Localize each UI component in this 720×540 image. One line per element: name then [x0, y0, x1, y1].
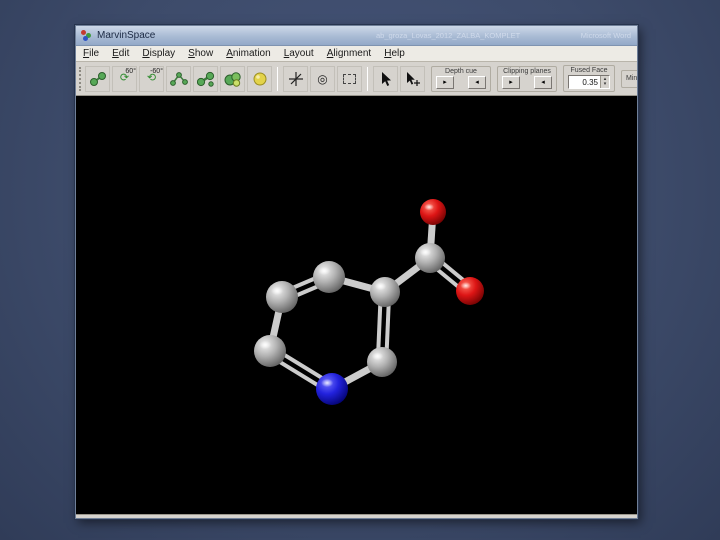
clipping-planes-label: Clipping planes: [503, 67, 551, 75]
axes-icon: [288, 71, 303, 86]
depth-cue-increase-button[interactable]: ▸: [436, 75, 454, 89]
spacefill-mode-button[interactable]: [220, 65, 245, 92]
menu-animation[interactable]: Animation: [226, 48, 270, 59]
toolbar-drag-handle[interactable]: [79, 66, 81, 91]
clipping-plane-forward-button[interactable]: ▸: [502, 75, 520, 89]
wireframe-mode-icon: [169, 71, 188, 86]
selection-box-button[interactable]: [337, 65, 362, 92]
spacefill-mode-icon: [224, 71, 241, 87]
depth-cue-group: Depth cue ▸ ◂: [431, 65, 491, 92]
clipping-plane-back-button[interactable]: ◂: [534, 75, 552, 89]
menu-show[interactable]: Show: [188, 48, 213, 59]
status-bar: [76, 514, 637, 518]
depth-cue-label: Depth cue: [445, 67, 477, 75]
depth-cue-decrease-button[interactable]: ◂: [468, 75, 486, 89]
background-window-title: ab_groza_Lovas_2012_ZALBA_KOMPLET: [376, 31, 521, 40]
marvinspace-window: MarvinSpace ab_groza_Lovas_2012_ZALBA_KO…: [75, 25, 638, 519]
fused-face-spinner[interactable]: 0.35 ▴ ▾: [568, 75, 610, 89]
3d-viewport[interactable]: [76, 96, 637, 514]
menu-help[interactable]: Help: [384, 48, 405, 59]
atom-pair-icon: [89, 71, 106, 86]
center-view-button[interactable]: ◎: [310, 65, 335, 92]
menu-edit[interactable]: Edit: [112, 48, 129, 59]
spinner-arrows-icon[interactable]: ▴ ▾: [600, 76, 609, 88]
menu-layout[interactable]: Layout: [284, 48, 314, 59]
window-title: MarvinSpace: [97, 30, 156, 41]
cursor-arrow-icon: [381, 71, 391, 86]
background-window-title-2: Microsoft Word: [580, 31, 631, 40]
ball-and-stick-mode-icon: [196, 71, 214, 87]
menu-file[interactable]: File: [83, 48, 99, 59]
cursor-move-icon: [406, 71, 420, 86]
menu-bar: File Edit Display Show Animation Layout …: [76, 46, 637, 62]
rotate-minus-60-button[interactable]: ⟲ -60°: [139, 65, 164, 92]
rotate-plus-60-button[interactable]: ⟳ 60°: [112, 65, 137, 92]
molecule-svg[interactable]: [76, 96, 637, 514]
fused-face-label: Fused Face: [570, 67, 608, 74]
move-cursor-button[interactable]: [400, 65, 425, 92]
quality-button[interactable]: [247, 65, 272, 92]
marvinspace-icon: [81, 30, 92, 41]
rotate-plus-60-label: 60°: [125, 67, 136, 75]
rotate-cw-icon: ⟳: [119, 72, 130, 84]
rotate-minus-60-label: -60°: [150, 67, 163, 75]
wireframe-mode-button[interactable]: [166, 65, 191, 92]
menu-display[interactable]: Display: [142, 48, 175, 59]
toolbar-separator: [277, 66, 278, 91]
fused-face-group: Fused Face 0.35 ▴ ▾: [563, 65, 615, 92]
title-bar[interactable]: MarvinSpace ab_groza_Lovas_2012_ZALBA_KO…: [76, 26, 637, 46]
rotate-ccw-icon: ⟲: [146, 72, 157, 84]
clipping-planes-group: Clipping planes ▸ ◂: [497, 65, 557, 92]
toolbar: ⟳ 60° ⟲ -60° ◎ Depth cue ▸ ◂ Clipping pl…: [76, 62, 637, 96]
selection-box-icon: [343, 73, 356, 84]
min-label: Min...: [626, 74, 637, 82]
axes-button[interactable]: [283, 65, 308, 92]
menu-alignment[interactable]: Alignment: [327, 48, 371, 59]
ball-and-stick-mode-button[interactable]: [193, 65, 218, 92]
atom-pair-button[interactable]: [85, 65, 110, 92]
molecule-atoms: [254, 199, 484, 405]
pick-cursor-button[interactable]: [373, 65, 398, 92]
yellow-sphere-icon: [253, 72, 266, 85]
toolbar-separator: [367, 66, 368, 91]
fused-face-value: 0.35: [582, 77, 598, 87]
min-group: Min... ◂: [621, 69, 637, 88]
target-icon: ◎: [317, 71, 328, 86]
